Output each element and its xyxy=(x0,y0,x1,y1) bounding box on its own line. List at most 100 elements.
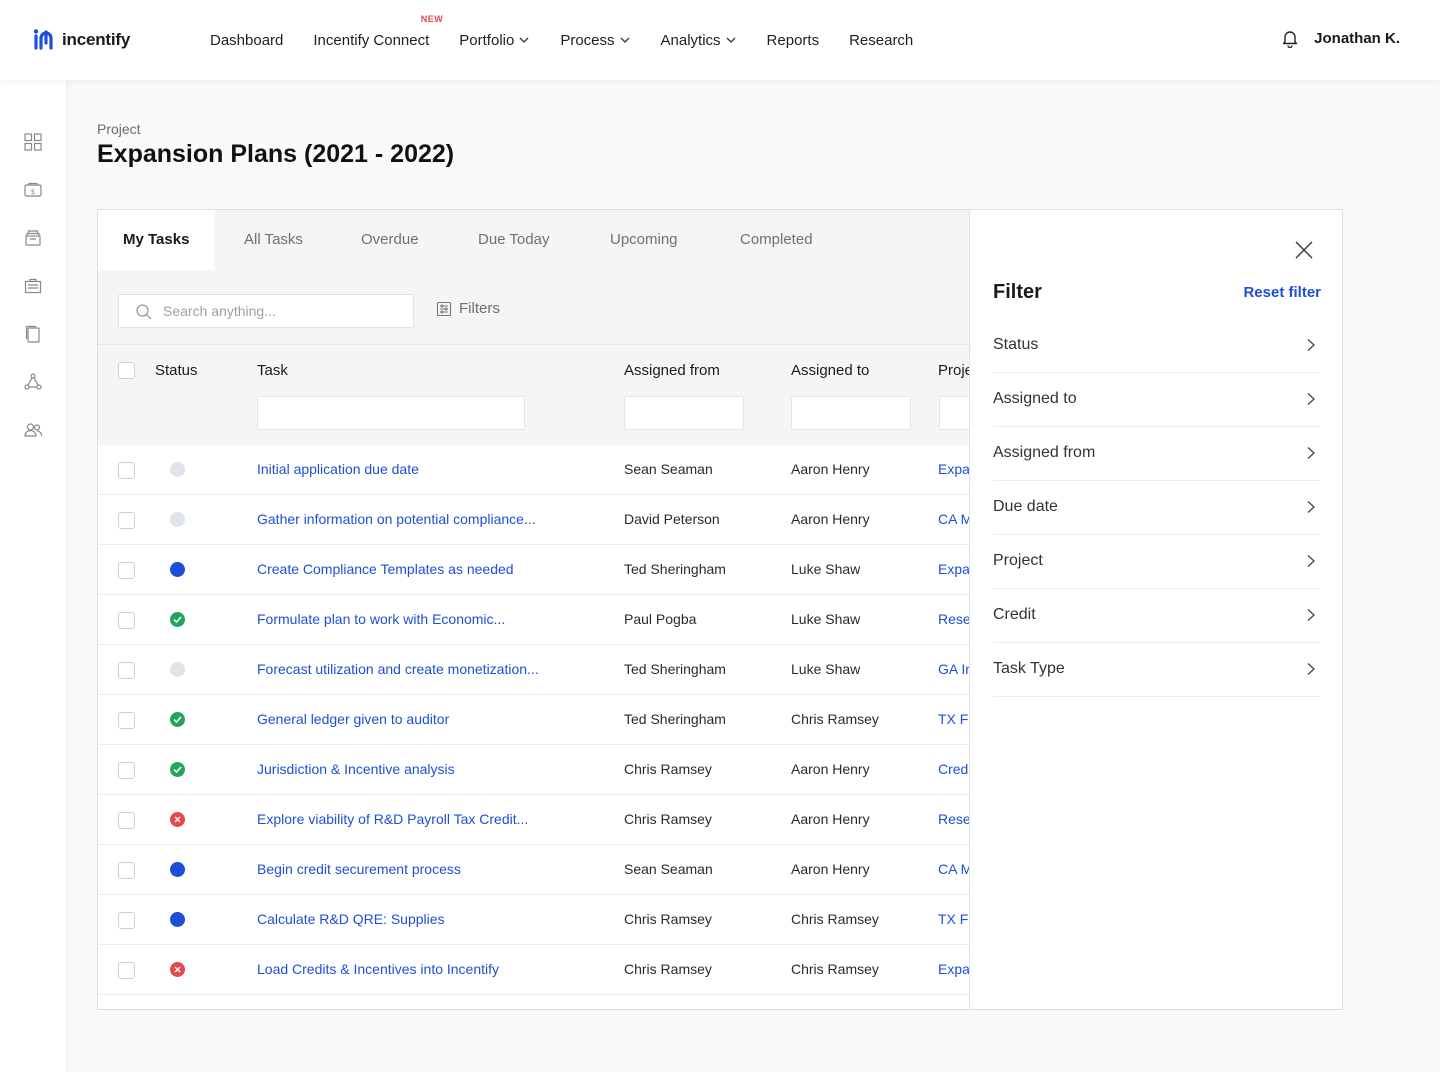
nav-portfolio[interactable]: Portfolio xyxy=(459,32,530,49)
user-name[interactable]: Jonathan K. xyxy=(1314,30,1400,47)
nav-process[interactable]: Process xyxy=(560,32,630,49)
row-checkbox[interactable] xyxy=(118,812,135,829)
row-checkbox[interactable] xyxy=(118,462,135,479)
breadcrumb[interactable]: Project xyxy=(97,121,141,137)
assigned-from-cell: Chris Ramsey xyxy=(624,961,712,977)
check-icon xyxy=(173,616,182,624)
documents-icon[interactable] xyxy=(23,324,43,344)
tab-completed[interactable]: Completed xyxy=(740,210,813,270)
filter-option-credit[interactable]: Credit xyxy=(993,589,1320,643)
briefcase-icon[interactable] xyxy=(23,276,43,296)
row-checkbox[interactable] xyxy=(118,912,135,929)
task-link[interactable]: Load Credits & Incentives into Incentify xyxy=(257,961,617,977)
money-icon[interactable]: $ xyxy=(23,180,43,200)
table-row[interactable]: Create Compliance Templates as needed Ted… xyxy=(98,545,969,595)
project-link[interactable]: CA M xyxy=(938,861,969,877)
table-row[interactable]: Forecast utilization and create monetiza… xyxy=(98,645,969,695)
user-area: Jonathan K. xyxy=(1280,28,1400,48)
row-checkbox[interactable] xyxy=(118,562,135,579)
task-link[interactable]: General ledger given to auditor xyxy=(257,711,617,727)
column-header-assigned-from[interactable]: Assigned from xyxy=(624,362,720,379)
assigned-from-cell: Chris Ramsey xyxy=(624,811,712,827)
bell-icon[interactable] xyxy=(1280,28,1300,48)
main-nav: Dashboard Incentify Connect NEW Portfoli… xyxy=(210,0,943,80)
project-link[interactable]: Expansion Plans xyxy=(938,561,969,577)
filter-option-task-type[interactable]: Task Type xyxy=(993,643,1320,697)
tab-due-today[interactable]: Due Today xyxy=(478,210,549,270)
assigned-to-cell: Aaron Henry xyxy=(791,511,870,527)
project-link[interactable]: Expansion Plans xyxy=(938,461,969,477)
table-row[interactable]: Begin credit securement process Sean Seam… xyxy=(98,845,969,895)
column-header-status[interactable]: Status xyxy=(155,362,198,379)
project-link[interactable]: Research xyxy=(938,611,969,627)
filter-option-due-date[interactable]: Due date xyxy=(993,481,1320,535)
task-link[interactable]: Calculate R&D QRE: Supplies xyxy=(257,911,617,927)
tab-overdue[interactable]: Overdue xyxy=(361,210,419,270)
project-link[interactable]: Research xyxy=(938,811,969,827)
task-link[interactable]: Create Compliance Templates as needed xyxy=(257,561,617,577)
search-input[interactable] xyxy=(163,295,403,327)
status-failed-icon xyxy=(170,812,185,827)
row-checkbox[interactable] xyxy=(118,762,135,779)
filter-option-assigned-from[interactable]: Assigned from xyxy=(993,427,1320,481)
table-row[interactable]: Calculate R&D QRE: Supplies Chris Ramsey C… xyxy=(98,895,969,945)
tab-upcoming[interactable]: Upcoming xyxy=(610,210,678,270)
users-icon[interactable] xyxy=(23,420,43,440)
row-checkbox[interactable] xyxy=(118,712,135,729)
row-checkbox[interactable] xyxy=(118,662,135,679)
row-checkbox[interactable] xyxy=(118,512,135,529)
table-row[interactable]: General ledger given to auditor Ted Sheri… xyxy=(98,695,969,745)
task-link[interactable]: Jurisdiction & Incentive analysis xyxy=(257,761,617,777)
column-header-assigned-to[interactable]: Assigned to xyxy=(791,362,869,379)
assigned-from-filter-input[interactable] xyxy=(624,396,744,430)
filter-option-status[interactable]: Status xyxy=(993,319,1320,373)
table-row[interactable]: Initial application due date Sean Seaman A… xyxy=(98,445,969,495)
nav-label: Portfolio xyxy=(459,31,515,49)
column-header-project[interactable]: Project xyxy=(938,362,969,379)
row-checkbox[interactable] xyxy=(118,962,135,979)
grid-icon[interactable] xyxy=(23,132,43,152)
task-link[interactable]: Formulate plan to work with Economic... xyxy=(257,611,617,627)
table-row[interactable]: Gather information on potential complian… xyxy=(98,495,969,545)
project-link[interactable]: GA In xyxy=(938,661,969,677)
filters-button[interactable]: Filters xyxy=(436,300,500,317)
close-icon[interactable] xyxy=(1294,240,1314,260)
task-link[interactable]: Gather information on potential complian… xyxy=(257,511,617,527)
nav-research[interactable]: Research xyxy=(849,32,913,49)
table-row[interactable]: Explore viability of R&D Payroll Tax Cre… xyxy=(98,795,969,845)
filter-option-label: Project xyxy=(993,552,1043,569)
search-box xyxy=(118,294,414,328)
project-link[interactable]: Credits xyxy=(938,761,969,777)
nav-reports[interactable]: Reports xyxy=(767,32,820,49)
column-header-task[interactable]: Task xyxy=(257,362,288,379)
brand-logo[interactable]: incentify xyxy=(32,28,130,52)
project-link[interactable]: TX F xyxy=(938,911,969,927)
table-row[interactable]: Jurisdiction & Incentive analysis Chris R… xyxy=(98,745,969,795)
task-link[interactable]: Explore viability of R&D Payroll Tax Cre… xyxy=(257,811,617,827)
reset-filter-button[interactable]: Reset filter xyxy=(1243,284,1321,301)
filter-option-assigned-to[interactable]: Assigned to xyxy=(993,373,1320,427)
project-link[interactable]: TX F xyxy=(938,711,969,727)
task-link[interactable]: Begin credit securement process xyxy=(257,861,617,877)
tab-all-tasks[interactable]: All Tasks xyxy=(244,210,303,270)
network-icon[interactable] xyxy=(23,372,43,392)
nav-dashboard[interactable]: Dashboard xyxy=(210,32,283,49)
row-checkbox[interactable] xyxy=(118,862,135,879)
task-column-filter-input[interactable] xyxy=(257,396,525,430)
task-link[interactable]: Initial application due date xyxy=(257,461,617,477)
table-row[interactable]: Load Credits & Incentives into Incentify… xyxy=(98,945,969,995)
assigned-to-filter-input[interactable] xyxy=(791,396,911,430)
nav-analytics[interactable]: Analytics xyxy=(661,32,737,49)
nav-incentify-connect[interactable]: Incentify Connect NEW xyxy=(313,14,442,49)
filter-option-project[interactable]: Project xyxy=(993,535,1320,589)
chevron-right-icon xyxy=(1307,663,1315,675)
project-link[interactable]: CA M xyxy=(938,511,969,527)
tab-my-tasks[interactable]: My Tasks xyxy=(98,210,214,270)
table-row[interactable]: Formulate plan to work with Economic... P… xyxy=(98,595,969,645)
task-link[interactable]: Forecast utilization and create monetiza… xyxy=(257,661,617,677)
archive-icon[interactable] xyxy=(23,228,43,248)
select-all-checkbox[interactable] xyxy=(118,362,135,379)
project-link[interactable]: Expansion Plans xyxy=(938,961,969,977)
row-checkbox[interactable] xyxy=(118,612,135,629)
assigned-to-cell: Aaron Henry xyxy=(791,761,870,777)
